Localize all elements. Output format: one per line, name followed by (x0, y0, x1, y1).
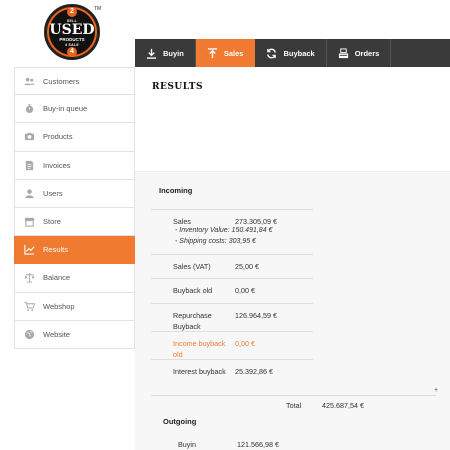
brand-logo[interactable]: 2 SELL USED PRODUCTS 4 SALE 4 (44, 4, 104, 64)
row-label: Interest buyback (173, 367, 226, 376)
sidebar-item-label: Website (43, 329, 70, 339)
sidebar-item-label: Balance (43, 273, 71, 283)
document-icon (22, 159, 36, 171)
table-row-sales-vat: Sales (VAT) 25,00 € (151, 255, 313, 279)
sidebar-item-label: Webshop (43, 301, 75, 311)
user-icon (22, 187, 36, 199)
stopwatch-icon (22, 103, 36, 115)
table-row-income-buyback-old: Income buyback old 0,00 € (151, 332, 313, 360)
row-label: Sales (173, 217, 191, 226)
tab-buyin[interactable]: Buyin (135, 39, 196, 67)
sidebar-item-results[interactable]: Results (14, 236, 135, 265)
row-value: 0,00 € (235, 339, 255, 348)
row-label: Repurchase Buyback (173, 311, 212, 331)
logo-sub-word: PRODUCTS (59, 37, 85, 42)
sidebar-item-label: Buy-in queue (43, 104, 88, 114)
sidebar-item-label: Invoices (43, 160, 71, 170)
results-header: RESULTS (135, 67, 450, 171)
download-icon (146, 48, 157, 59)
globe-icon (22, 328, 36, 340)
incoming-title: Incoming (159, 186, 193, 195)
tab-orders[interactable]: Orders (327, 39, 392, 67)
inventory-value: - Inventory Value: 150.491,84 € (175, 227, 273, 234)
table-row-interest-buyback: Interest buyback 25.392,86 € (151, 360, 313, 384)
row-value: 121.566,98 € (237, 440, 279, 449)
sidebar-item-webshop[interactable]: Webshop (14, 292, 135, 321)
tab-buyin-label: Buyin (163, 48, 184, 58)
sidebar-item-label: Store (43, 217, 61, 227)
row-label: Sales (VAT) (173, 262, 211, 271)
sidebar-item-label: Products (43, 132, 73, 142)
sidebar-item-label: Results (43, 245, 69, 255)
logo-big-word: USED (49, 22, 95, 38)
shipping-costs: - Shipping costs: 303,95 € (175, 238, 256, 245)
sidebar-item-buy-in-queue[interactable]: Buy-in queue (14, 95, 135, 124)
store-icon (22, 216, 36, 228)
outgoing-title: Outgoing (163, 417, 197, 426)
sidebar-item-balance[interactable]: Balance (14, 264, 135, 293)
row-label: Income buyback old (173, 339, 226, 359)
tab-orders-label: Orders (354, 48, 380, 58)
total-value: 425.687,54 € (322, 401, 364, 410)
row-label: Buyback old (173, 286, 213, 295)
row-value: 0,00 € (235, 286, 255, 295)
main-panel: RESULTS Incoming Sales 273.305,09 € - In… (135, 67, 450, 450)
table-row-sales: Sales 273.305,09 € - Inventory Value: 15… (151, 209, 313, 255)
tab-buyback-label: Buyback (283, 48, 315, 58)
sidebar-item-label: Users (43, 188, 63, 198)
row-value: 126.964,59 € (235, 311, 277, 320)
total-divider (151, 395, 436, 396)
chart-icon (22, 244, 36, 256)
users-icon (22, 75, 36, 87)
sidebar-item-customers[interactable]: Customers (14, 67, 135, 96)
sidebar-item-website[interactable]: Website (14, 320, 135, 349)
plus-sign: + (434, 387, 439, 394)
total-label: Total (286, 401, 302, 410)
tab-sales-label: Sales (223, 48, 244, 58)
sidebar-item-store[interactable]: Store (14, 207, 135, 237)
row-value: 273.305,09 € (235, 217, 277, 226)
row-value: 25.392,86 € (235, 367, 273, 376)
sidebar-item-invoices[interactable]: Invoices (14, 151, 135, 180)
upload-icon (207, 47, 217, 58)
sidebar-item-users[interactable]: Users (14, 179, 135, 208)
cart-icon (22, 300, 36, 312)
sidebar-item-label: Customers (43, 76, 80, 86)
table-row-repurchase-buyback: Repurchase Buyback 126.964,59 € (151, 304, 313, 332)
trademark-symbol: TM (94, 6, 102, 12)
logo-bottom-number: 4 (67, 47, 77, 57)
table-row-buyback-old: Buyback old 0,00 € (151, 279, 313, 304)
refresh-icon (267, 48, 277, 58)
register-icon (338, 47, 348, 58)
logo-top-number: 2 (67, 7, 77, 17)
results-content: Incoming Sales 273.305,09 € - Inventory … (135, 171, 450, 450)
page-title: RESULTS (152, 82, 203, 92)
sidebar-item-products[interactable]: Products (14, 123, 135, 152)
sidebar: Customers Buy-in queue Products Invoices… (14, 67, 135, 349)
row-label: Buyin (178, 440, 196, 449)
tab-sales[interactable]: Sales (195, 39, 256, 67)
scale-icon (22, 272, 36, 284)
tab-buyback[interactable]: Buyback (255, 39, 327, 67)
camera-icon (22, 131, 36, 143)
top-navigation: Buyin Sales Buyback Orders (135, 39, 450, 67)
row-value: 25,00 € (235, 262, 259, 271)
